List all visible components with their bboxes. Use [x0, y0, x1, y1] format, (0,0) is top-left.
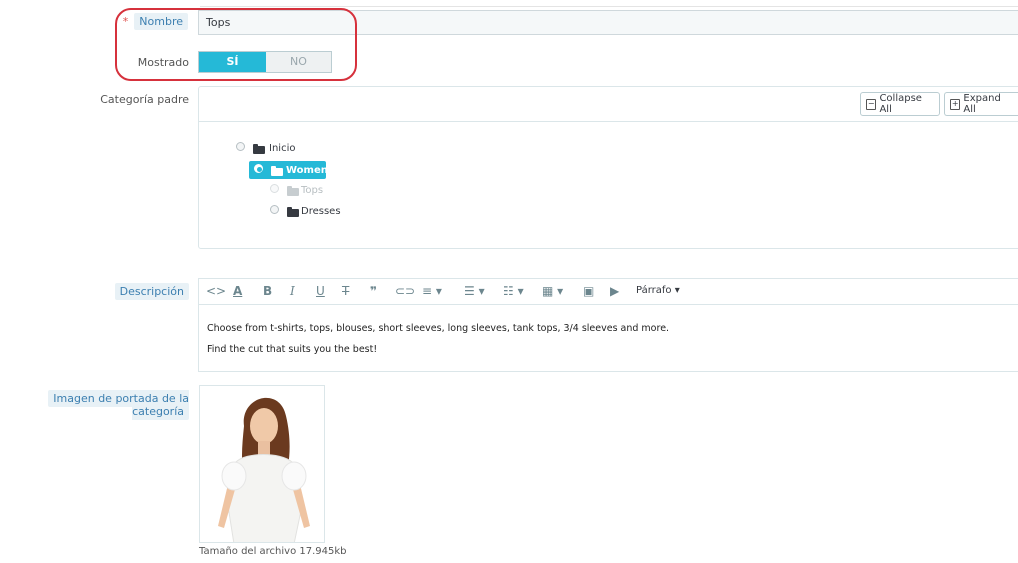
underline-icon[interactable]: U [316, 284, 325, 298]
parent-category-label: Categoría padre [100, 93, 189, 106]
table-icon[interactable]: ▦ ▾ [542, 284, 563, 298]
numbered-list-icon[interactable]: ☷ ▾ [503, 284, 524, 298]
collapse-icon: − [866, 98, 877, 110]
bold-icon[interactable]: B [263, 284, 272, 298]
radio-dresses[interactable] [270, 205, 279, 214]
top-divider [200, 6, 1018, 7]
italic-icon[interactable]: I [290, 284, 295, 298]
folder-icon [287, 186, 299, 196]
cover-image-label-row: Imagen de portada de la categoría [4, 390, 189, 420]
bullet-list-icon[interactable]: ☰ ▾ [464, 284, 485, 298]
font-color-icon[interactable]: A [233, 284, 242, 298]
description-line-1: Choose from t-shirts, tops, blouses, sho… [207, 323, 670, 334]
folder-open-icon [253, 144, 265, 154]
radio-tops [270, 184, 279, 193]
tree-node-label: Tops [301, 185, 324, 196]
strikethrough-icon[interactable]: T [342, 284, 349, 298]
description-label-row: Descripción [110, 283, 189, 300]
expand-all-label: Expand All [963, 93, 1001, 115]
tree-node-women[interactable]: Women [254, 164, 328, 178]
code-view-icon[interactable]: <> [206, 284, 226, 298]
radio-women[interactable] [254, 164, 263, 173]
image-icon[interactable]: ▣ [583, 284, 594, 298]
tree-header-divider [198, 121, 1018, 122]
cover-image-label: Imagen de portada de la categoría [48, 390, 189, 420]
tree-node-label: Dresses [301, 206, 341, 217]
expand-icon: + [950, 98, 961, 110]
file-size-text: Tamaño del archivo 17.945kb [199, 546, 347, 557]
expand-all-button[interactable]: + Expand All [944, 92, 1018, 116]
radio-inicio[interactable] [236, 142, 245, 151]
tree-node-inicio[interactable]: Inicio [236, 142, 316, 156]
tree-node-dresses[interactable]: Dresses [270, 205, 350, 219]
collapse-all-label: Collapse All [879, 93, 922, 115]
category-cover-image [199, 385, 325, 543]
format-dropdown[interactable]: Párrafo ▾ [636, 284, 680, 298]
collapse-all-button[interactable]: − Collapse All [860, 92, 940, 116]
editor-toolbar-divider [198, 304, 1018, 305]
tree-node-tops: Tops [270, 184, 340, 198]
quote-icon[interactable]: ❞ [370, 284, 377, 298]
link-icon[interactable]: ⊂⊃ [395, 284, 415, 298]
format-dropdown-label: Párrafo [636, 285, 672, 296]
video-icon[interactable]: ▶ [610, 284, 619, 298]
align-icon[interactable]: ≡ ▾ [422, 284, 442, 298]
folder-icon [287, 207, 299, 217]
folder-open-icon [271, 166, 283, 176]
description-line-2: Find the cut that suits you the best! [207, 344, 378, 355]
description-label: Descripción [114, 283, 189, 300]
tree-node-label: Inicio [269, 143, 296, 154]
model-photo [200, 386, 324, 542]
red-annotation-oval [115, 8, 357, 81]
tree-node-label: Women [286, 165, 328, 176]
